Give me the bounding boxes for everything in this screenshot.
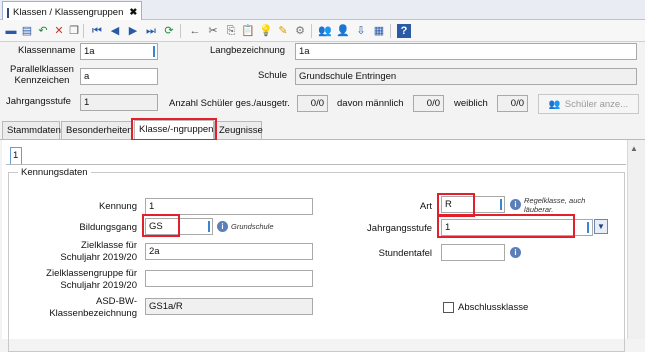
subtab-divider [6,164,626,165]
group-title: Kennungsdaten [18,167,91,178]
chevron-down-icon[interactable]: ▼ [594,219,608,234]
jahrgangsstufe-kennung-label: Jahrgangsstufe [367,223,432,234]
cut-icon[interactable]: ✂ [206,24,220,38]
bildungsgang-hint: Grundschule [231,222,274,231]
info-icon[interactable]: i [510,199,521,210]
nav-next-icon[interactable]: ▶ [126,24,140,38]
settings-icon[interactable]: ⚙ [293,24,307,38]
zielklassengruppe-label: Zielklassengruppe für Schuljahr 2019/20 [46,268,137,291]
schule-value: Grundschule Entringen [299,71,397,82]
tab-label: Stammdaten [7,125,61,136]
user-icon[interactable]: 👤 [336,24,350,38]
save-icon[interactable]: ▬ [4,24,18,38]
langbezeichnung-input[interactable]: 1a [295,43,637,60]
art-label: Art [419,201,432,212]
schueler-anzeigen-button[interactable]: 👥 Schüler anze... [538,94,639,114]
maennlich-label: davon männlich [337,98,404,109]
window-tab[interactable]: Klassen / Klassengruppen ✖ [2,1,142,20]
back-icon[interactable]: ← [188,24,202,38]
bildungsgang-label: Bildungsgang [79,222,137,233]
klassenname-label: Klassenname [18,45,76,56]
zielklasse-value: 2a [149,246,160,257]
weiblich-field: 0/0 [497,95,528,112]
save-as-icon[interactable]: ▤ [20,24,34,38]
window-title: Klassen / Klassengruppen [13,7,124,18]
stundentafel-label: Stundentafel [378,248,432,259]
anzahl-field: 0/0 [297,95,328,112]
scroll-up-icon[interactable]: ▲ [630,144,638,153]
schule-label: Schule [258,70,288,81]
tab-label: Zeugnisse [219,125,263,136]
maennlich-field: 0/0 [413,95,444,112]
users-icon[interactable]: 👥 [318,24,332,38]
copy-clip-icon[interactable]: ⎘ [224,24,238,38]
stundentafel-input[interactable] [441,244,505,261]
refresh-icon[interactable]: ⟳ [162,24,176,38]
anzahl-label: Anzahl Schüler ges./ausgetr. [169,98,290,109]
klassenname-value: 1a [84,46,95,57]
highlight-bildungsgang [142,214,180,237]
window-icon [7,7,9,18]
parallelklassen-value: a [84,71,90,82]
asd-label: ASD-BW- Klassenbezeichnung [49,296,137,319]
asd-field: GS1a/R [145,298,313,315]
jahrgangsstufe-value: 1 [84,97,90,108]
paste-icon[interactable]: 📋 [241,24,255,38]
nav-last-icon[interactable]: ⏭ [144,24,158,38]
kennung-input[interactable]: 1 [145,198,313,215]
close-icon[interactable]: ✖ [129,7,137,18]
main-tabs: Stammdaten Besonderheiten Klasse/-ngrupp… [0,120,645,139]
schueler-anzeigen-label: Schüler anze... [564,98,629,110]
edit-icon[interactable]: ✎ [276,24,290,38]
art-hint: Regelklasse, auch läuberar. [524,196,586,214]
langbezeichnung-label: Langbezeichnung [210,45,286,56]
tab-besonderheiten[interactable]: Besonderheiten [61,121,133,139]
zielklassengruppe-input[interactable] [145,270,313,287]
calendar-icon[interactable]: ▦ [372,24,386,38]
tab-stammdaten[interactable]: Stammdaten [2,121,61,139]
vertical-scrollbar[interactable] [627,140,645,339]
weiblich-value: 0/0 [510,98,524,109]
tab-label: Besonderheiten [66,125,133,136]
anzahl-value: 0/0 [310,98,324,109]
subtab-label: 1 [13,150,19,161]
copy-icon[interactable]: ❐ [67,24,81,38]
highlight-jahrgangsstufe [437,214,575,238]
jahrgangsstufe-field: 1 [80,94,158,111]
subtab-1[interactable]: 1 [10,147,22,164]
kennung-value: 1 [149,201,155,212]
klassenname-input[interactable]: 1a [80,43,158,60]
langbezeichnung-value: 1a [299,46,310,57]
toolbar: ▬ ▤ ↶ ✕ ❐ ⏮ ◀ ▶ ⏭ ⟳ ← ✂ ⎘ 📋 💡 ✎ ⚙ 👥 👤 ⇩ … [0,20,645,42]
weiblich-label: weiblich [454,98,488,109]
tab-zeugnisse[interactable]: Zeugnisse [214,121,263,139]
highlight-tab [131,118,217,141]
parallelklassen-label: Parallelklassen Kennzeichen [10,64,74,86]
abschlussklasse-checkbox[interactable] [443,302,454,313]
maennlich-value: 0/0 [426,98,440,109]
lightbulb-icon[interactable]: 💡 [259,24,273,38]
abschlussklasse-label: Abschlussklasse [458,302,529,313]
nav-first-icon[interactable]: ⏮ [90,24,104,38]
parallelklassen-input[interactable]: a [80,68,158,85]
nav-prev-icon[interactable]: ◀ [108,24,122,38]
info-icon[interactable]: i [217,221,228,232]
undo-icon[interactable]: ↶ [36,24,50,38]
schule-field: Grundschule Entringen [295,68,637,85]
delete-icon[interactable]: ✕ [52,24,66,38]
zielklasse-input[interactable]: 2a [145,243,313,260]
import-icon[interactable]: ⇩ [354,24,368,38]
asd-value: GS1a/R [149,301,183,312]
help-icon[interactable]: ? [397,24,411,38]
kennung-label: Kennung [98,201,137,212]
info-icon[interactable]: i [510,247,521,258]
users-icon: 👥 [548,98,561,110]
jahrgangsstufe-label: Jahrgangsstufe [6,96,71,107]
zielklasse-label: Zielklasse für Schuljahr 2019/20 [60,240,137,263]
